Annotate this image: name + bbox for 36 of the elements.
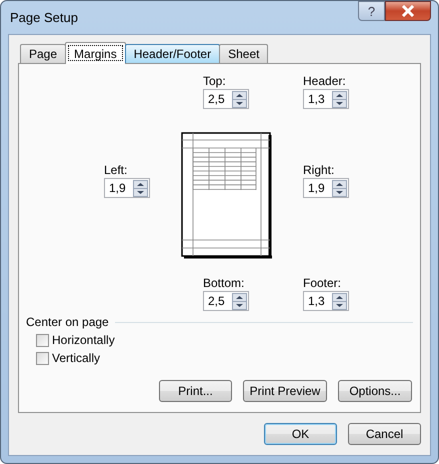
dialog-button[interactable]: Cancel xyxy=(348,423,421,445)
field-label: Top: xyxy=(203,74,226,88)
spin-field[interactable]: 2,5 xyxy=(203,89,249,109)
tab[interactable]: Sheet xyxy=(219,44,268,63)
checkbox-label[interactable]: Vertically xyxy=(52,351,100,365)
spinner-icon[interactable] xyxy=(332,180,347,196)
tab[interactable]: Header/Footer xyxy=(124,44,220,63)
window-title: Page Setup xyxy=(9,10,78,25)
checkbox[interactable] xyxy=(36,334,49,346)
action-button[interactable]: Print Preview xyxy=(243,380,327,402)
field-label: Bottom: xyxy=(203,276,244,290)
field-label: Left: xyxy=(104,163,128,177)
spin-field[interactable]: 1,3 xyxy=(303,291,349,311)
tab[interactable]: Page xyxy=(20,44,66,63)
checkbox[interactable] xyxy=(36,352,49,364)
spin-field[interactable]: 2,5 xyxy=(203,291,249,311)
action-button[interactable]: Print... xyxy=(159,380,232,402)
help-button[interactable]: ? xyxy=(358,1,385,21)
spin-field[interactable]: 1,9 xyxy=(303,178,349,198)
spinner-icon[interactable] xyxy=(332,292,347,310)
spinner-icon[interactable] xyxy=(232,292,247,310)
spin-field[interactable]: 1,9 xyxy=(104,178,150,198)
spinner-icon[interactable] xyxy=(332,90,347,108)
spin-field[interactable]: 1,3 xyxy=(303,89,349,109)
spinner-icon[interactable] xyxy=(232,90,247,108)
close-button[interactable] xyxy=(385,1,431,21)
field-label: Right: xyxy=(303,163,334,177)
group-label: Center on page xyxy=(26,315,109,329)
field-label: Header: xyxy=(303,74,346,88)
close-icon xyxy=(401,5,415,17)
checkbox-label[interactable]: Horizontally xyxy=(52,333,115,347)
tab[interactable]: Margins xyxy=(65,42,126,64)
spinner-icon[interactable] xyxy=(133,180,148,196)
dialog-button[interactable]: OK xyxy=(264,423,337,445)
field-label: Footer: xyxy=(303,276,342,290)
action-button[interactable]: Options... xyxy=(338,380,412,402)
